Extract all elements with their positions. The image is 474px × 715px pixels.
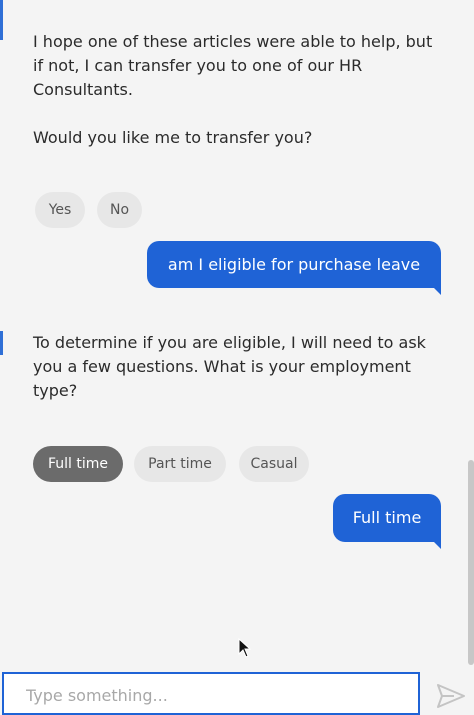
user-message-bubble: am I eligible for purchase leave (147, 241, 441, 295)
send-icon[interactable] (436, 683, 466, 709)
bot-message-transfer-question: Would you like me to transfer you? (33, 126, 433, 150)
bot-message-text: I hope one of these articles were able t… (33, 32, 433, 99)
message-input-box[interactable] (2, 672, 420, 715)
bot-message-marker (0, 331, 3, 355)
user-message-text: am I eligible for purchase leave (167, 254, 421, 274)
option-part-time-button[interactable]: Part time (134, 446, 226, 482)
bot-message-employment-question: To determine if you are eligible, I will… (33, 331, 433, 403)
bot-message-text: Would you like me to transfer you? (33, 128, 313, 147)
option-no-button[interactable]: No (97, 192, 142, 228)
bot-message-text: To determine if you are eligible, I will… (33, 333, 426, 400)
mouse-pointer-icon (238, 638, 252, 658)
user-message-text: Full time (352, 508, 422, 527)
bot-message-transfer-offer: I hope one of these articles were able t… (33, 30, 433, 102)
option-yes-button[interactable]: Yes (35, 192, 85, 228)
composer (0, 672, 474, 715)
option-full-time-button[interactable]: Full time (33, 446, 123, 482)
bot-message-marker (0, 0, 3, 40)
message-input[interactable] (4, 674, 418, 713)
option-casual-button[interactable]: Casual (239, 446, 309, 482)
chat-transcript: I hope one of these articles were able t… (0, 0, 474, 672)
scrollbar[interactable] (468, 460, 474, 665)
user-message-bubble: Full time (333, 494, 441, 549)
